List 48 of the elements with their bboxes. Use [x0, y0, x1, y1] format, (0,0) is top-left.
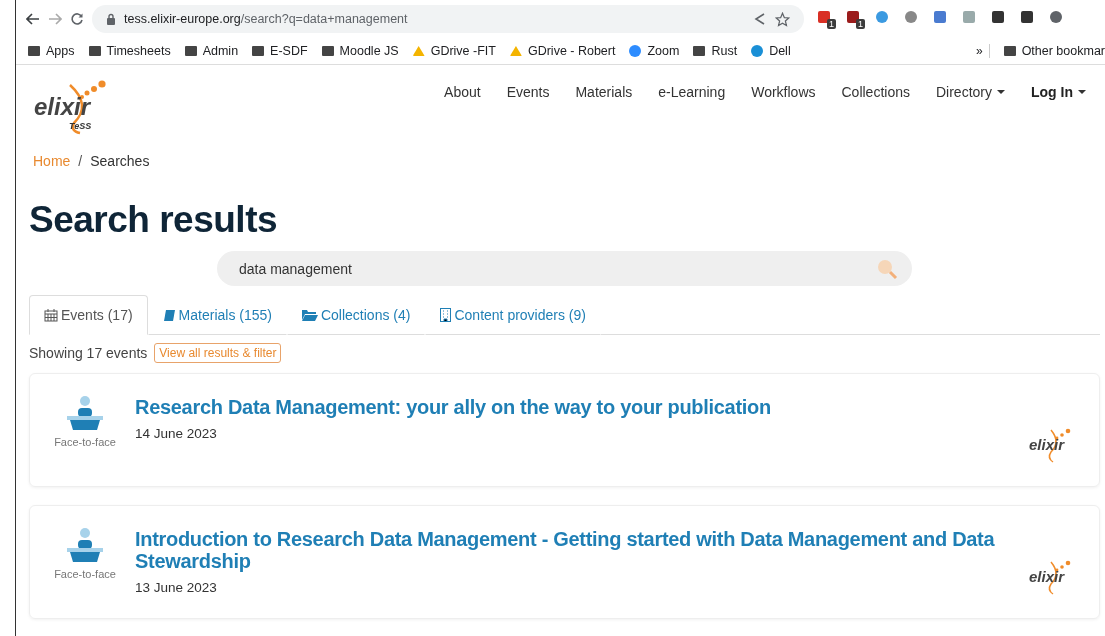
event-title-link[interactable]: Research Data Management: your ally on the way to your publication [135, 396, 1029, 418]
building-icon [440, 308, 452, 322]
search-input[interactable]: data management [237, 259, 876, 278]
extension-badge: 1 [856, 19, 865, 29]
nav-link[interactable]: Workflows [751, 84, 816, 100]
tab[interactable]: Events (17) [29, 295, 148, 335]
breadcrumb-separator: / [78, 153, 83, 169]
results-count: Showing 17 events [29, 345, 148, 361]
nav-link[interactable]: Collections [841, 84, 910, 100]
bookmark[interactable]: GDrive -FIT [412, 44, 496, 58]
search-field[interactable]: data management [217, 251, 912, 286]
nav-link[interactable]: Events [506, 84, 550, 100]
breadcrumb-current: Searches [90, 153, 150, 169]
nav-link[interactable]: Materials [575, 84, 633, 100]
address-bar[interactable]: tess.elixir-europe.org/search?q=data+management [92, 5, 804, 33]
extension-badge: 1 [827, 19, 836, 29]
bookmark[interactable]: Other bookmar [1003, 44, 1105, 58]
page-heading: Search results [29, 199, 279, 241]
bookmark[interactable]: Apps [28, 44, 75, 58]
bookmark[interactable]: Moodle JS [321, 44, 399, 58]
share-icon[interactable] [753, 12, 767, 26]
event-date: 14 June 2023 [135, 426, 218, 441]
bookmark[interactable]: Timesheets [88, 44, 171, 58]
nav-link[interactable]: Directory [936, 84, 1005, 100]
format-label: Face-to-face [54, 436, 116, 448]
book-icon [162, 308, 176, 322]
folder-icon [301, 309, 318, 321]
tab[interactable]: Collections (4) [286, 295, 426, 335]
reload-icon[interactable] [70, 12, 84, 26]
star-icon[interactable] [775, 11, 790, 27]
back-icon[interactable] [26, 13, 40, 25]
bookmark[interactable]: Zoom [629, 44, 680, 58]
lock-icon [106, 13, 116, 25]
bookmark[interactable]: GDrive - Robert [509, 44, 616, 58]
nav-link[interactable]: e-Learning [658, 84, 726, 100]
bookmark[interactable]: Rust [693, 44, 738, 58]
bookmark[interactable]: Admin [184, 44, 239, 58]
event-date: 13 June 2023 [135, 580, 218, 595]
bookmark[interactable]: E-SDF [252, 44, 308, 58]
tab[interactable]: Content providers (9) [425, 295, 601, 335]
calendar-icon [44, 308, 58, 322]
tab[interactable]: Materials (155) [147, 295, 287, 335]
nav-link[interactable]: Log In [1031, 84, 1086, 100]
bookmark[interactable]: Dell [751, 44, 791, 58]
format-label: Face-to-face [54, 568, 116, 580]
nav-link[interactable]: About [444, 84, 481, 100]
more-bookmarks-button[interactable]: » [975, 44, 990, 58]
event-title-link[interactable]: Introduction to Research Data Management - Getting started with Data Management and Data Stewardship [135, 528, 1029, 572]
